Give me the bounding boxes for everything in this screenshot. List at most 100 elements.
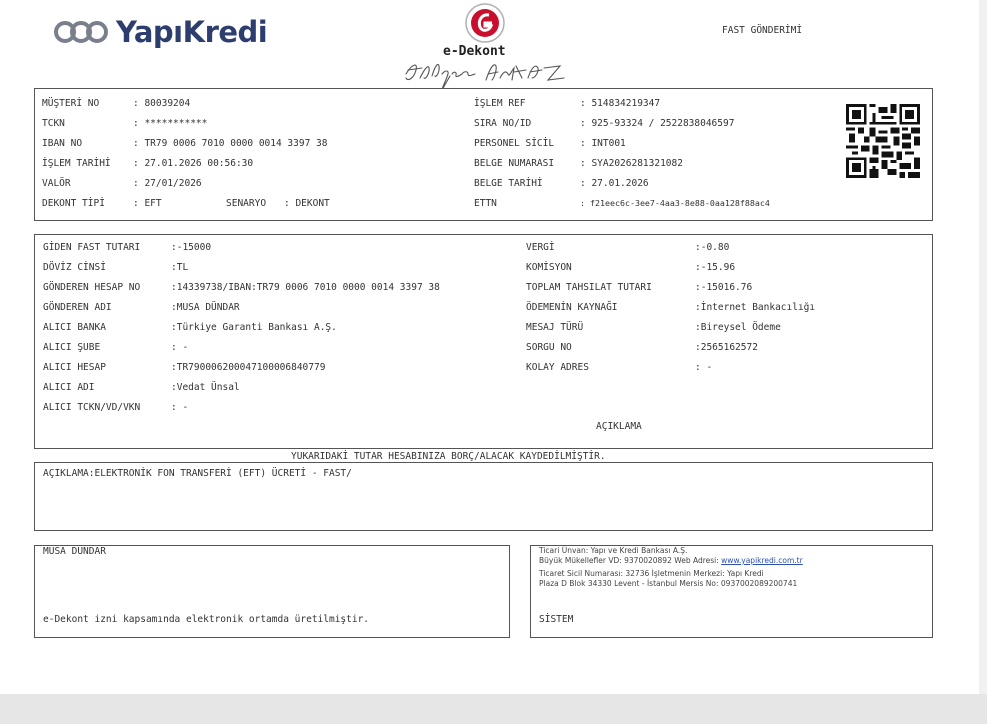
info-value: : 80039204: [133, 98, 191, 109]
detail-row: GÖNDEREN ADI :MUSA DÜNDAR: [43, 302, 240, 313]
detail-value: :-15.96: [695, 262, 736, 273]
debit-credit-notice: YUKARIDAKİ TUTAR HESABINIZA BORÇ/ALACAK …: [291, 451, 606, 462]
page-title: FAST GÖNDERİMİ: [722, 25, 803, 36]
info-row: TCKN : ***********: [42, 118, 207, 129]
detail-label: ALICI TCKN/VD/VKN: [43, 402, 141, 413]
info-right-row: İŞLEM REF : 514834219347: [474, 98, 660, 109]
senaryo-label: SENARYO: [226, 198, 267, 209]
detail-value: :İnternet Bankacılığı: [695, 302, 816, 313]
info-value: : TR79 0006 7010 0000 0014 3397 38: [133, 138, 328, 149]
bank-info-line: Büyük Mükellefler VD: 9370020892 Web Adr…: [539, 556, 803, 566]
info-value: : 514834219347: [580, 98, 661, 109]
info-value: : EFT: [133, 198, 162, 209]
detail-label: DÖVİZ CİNSİ: [43, 262, 106, 273]
senaryo-value: : DEKONT: [284, 198, 330, 209]
info-value: : 27.01.2026: [580, 178, 649, 189]
info-label: BELGE TARİHİ: [474, 178, 543, 189]
detail-value: :-0.80: [695, 242, 730, 253]
yapikredi-logo: YapıKredi: [52, 14, 268, 50]
detail-value: :MUSA DÜNDAR: [171, 302, 240, 313]
info-label: DEKONT TİPİ: [42, 198, 105, 209]
detail-label: VERGİ: [526, 242, 555, 253]
detail-row: DÖVİZ CİNSİ :TL: [43, 262, 188, 273]
bank-seal-icon: [464, 2, 506, 48]
detail-value: :-15016.76: [695, 282, 753, 293]
aciklama-heading: AÇIKLAMA: [596, 421, 642, 432]
detail-label: TOPLAM TAHSILAT TUTARI: [526, 282, 652, 293]
detail-label: GÖNDEREN ADI: [43, 302, 112, 313]
info-row: DEKONT TİPİ : EFT: [42, 198, 162, 209]
info-row: İŞLEM TARİHİ : 27.01.2026 00:56:30: [42, 158, 253, 169]
detail-value: :Türkiye Garanti Bankası A.Ş.: [171, 322, 337, 333]
detail-value: :Vedat Ünsal: [171, 382, 240, 393]
detail-row: ALICI TCKN/VD/VKN : -: [43, 402, 188, 413]
info-label: BELGE NUMARASI: [474, 158, 555, 169]
detail-value: :TR790006200047100006840779: [171, 362, 326, 373]
senaryo-row: SENARYO : DEKONT: [226, 198, 330, 209]
detail-label: ALICI ŞUBE: [43, 342, 101, 353]
detail-label: ÖDEMENİN KAYNAĞI: [526, 302, 618, 313]
bank-info-line: Ticaret Sicil Numarası: 32736 İşletmenin…: [539, 569, 764, 578]
info-value: : INT001: [580, 138, 626, 149]
info-row: VALÖR: 27/01/2026: [42, 178, 202, 189]
detail-label: KOLAY ADRES: [526, 362, 589, 373]
info-value: : f21eec6c-3ee7-4aa3-8e88-0aa128f88ac4: [580, 198, 770, 208]
detail-label: ALICI ADI: [43, 382, 95, 393]
info-right-row: PERSONEL SİCİL : INT001: [474, 138, 626, 149]
vertical-scrollbar[interactable]: [979, 0, 987, 694]
info-label: MÜŞTERİ NO: [42, 98, 100, 109]
detail-right-row: ÖDEMENİN KAYNAĞI :İnternet Bankacılığı: [526, 302, 815, 313]
detail-row: ALICI HESAP :TR790006200047100006840779: [43, 362, 325, 373]
detail-value: :14339738/IBAN:TR79 0006 7010 0000 0014 …: [171, 282, 440, 293]
detail-value: :-15000: [171, 242, 212, 253]
info-value: : 27.01.2026 00:56:30: [133, 158, 254, 169]
bank-info-line: Ticari Ünvan: Yapı ve Kredi Bankası A.Ş.: [539, 546, 688, 555]
detail-row: ALICI ADI :Vedat Ünsal: [43, 382, 240, 393]
qr-code-icon: [846, 104, 920, 182]
info-row: IBAN NO: TR79 0006 7010 0000 0014 3397 3…: [42, 138, 327, 149]
detail-label: KOMİSYON: [526, 262, 572, 273]
detail-label: SORGU NO: [526, 342, 572, 353]
detail-right-row: TOPLAM TAHSILAT TUTARI :-15016.76: [526, 282, 752, 293]
info-label: İŞLEM TARİHİ: [42, 158, 111, 169]
info-label: VALÖR: [42, 178, 71, 189]
info-value: : ***********: [133, 118, 208, 129]
brand-name: YapıKredi: [116, 15, 268, 49]
info-label: İŞLEM REF: [474, 98, 526, 109]
detail-right-row: KOMİSYON :-15.96: [526, 262, 735, 273]
detail-value: :2565162572: [695, 342, 758, 353]
info-label: ETTN: [474, 198, 497, 209]
detail-value: : -: [171, 342, 189, 353]
info-right-row: SIRA NO/ID : 925-93324 / 2522838046597: [474, 118, 734, 129]
system-label: SİSTEM: [539, 614, 574, 625]
info-label: TCKN: [42, 118, 65, 129]
detail-row: GİDEN FAST TUTARI :-15000: [43, 242, 211, 253]
detail-row: ALICI BANKA :Türkiye Garanti Bankası A.Ş.: [43, 322, 337, 333]
info-value: : SYA2026281321082: [580, 158, 683, 169]
detail-label: ALICI BANKA: [43, 322, 106, 333]
website-link[interactable]: www.yapikredi.com.tr: [721, 556, 803, 565]
detail-value: : -: [171, 402, 189, 413]
detail-label: GÖNDEREN HESAP NO: [43, 282, 141, 293]
detail-value: :TL: [171, 262, 189, 273]
info-right-row: BELGE TARİHİ : 27.01.2026: [474, 178, 649, 189]
logo-mark-icon: [54, 21, 108, 43]
bank-info-text: Büyük Mükellefler VD: 9370020892 Web Adr…: [539, 556, 722, 565]
info-value: : 925-93324 / 2522838046597: [580, 118, 735, 129]
detail-value: :Bireysel Ödeme: [695, 322, 781, 333]
e-dekont-note: e-Dekont izni kapsamında elektronik orta…: [43, 614, 370, 625]
description-text: AÇIKLAMA:ELEKTRONİK FON TRANSFERİ (EFT) …: [43, 468, 352, 479]
info-label: SIRA NO/ID: [474, 118, 532, 129]
bank-info-line: Plaza D Blok 34330 Levent - İstanbul Mer…: [539, 579, 798, 588]
detail-right-row: KOLAY ADRES : -: [526, 362, 712, 373]
detail-label: GİDEN FAST TUTARI: [43, 242, 141, 253]
customer-name: MUSA DÜNDAR: [43, 546, 106, 557]
info-label: PERSONEL SİCİL: [474, 138, 555, 149]
detail-row: ALICI ŞUBE : -: [43, 342, 188, 353]
info-right-row: BELGE NUMARASI : SYA2026281321082: [474, 158, 683, 169]
receipt-page: YapıKredi e-Dekont FAST GÖNDERİMİ MÜŞTER…: [0, 0, 979, 694]
info-row: MÜŞTERİ NO : 80039204: [42, 98, 190, 109]
detail-value: : -: [695, 362, 713, 373]
detail-label: ALICI HESAP: [43, 362, 106, 373]
detail-right-row: VERGİ :-0.80: [526, 242, 729, 253]
